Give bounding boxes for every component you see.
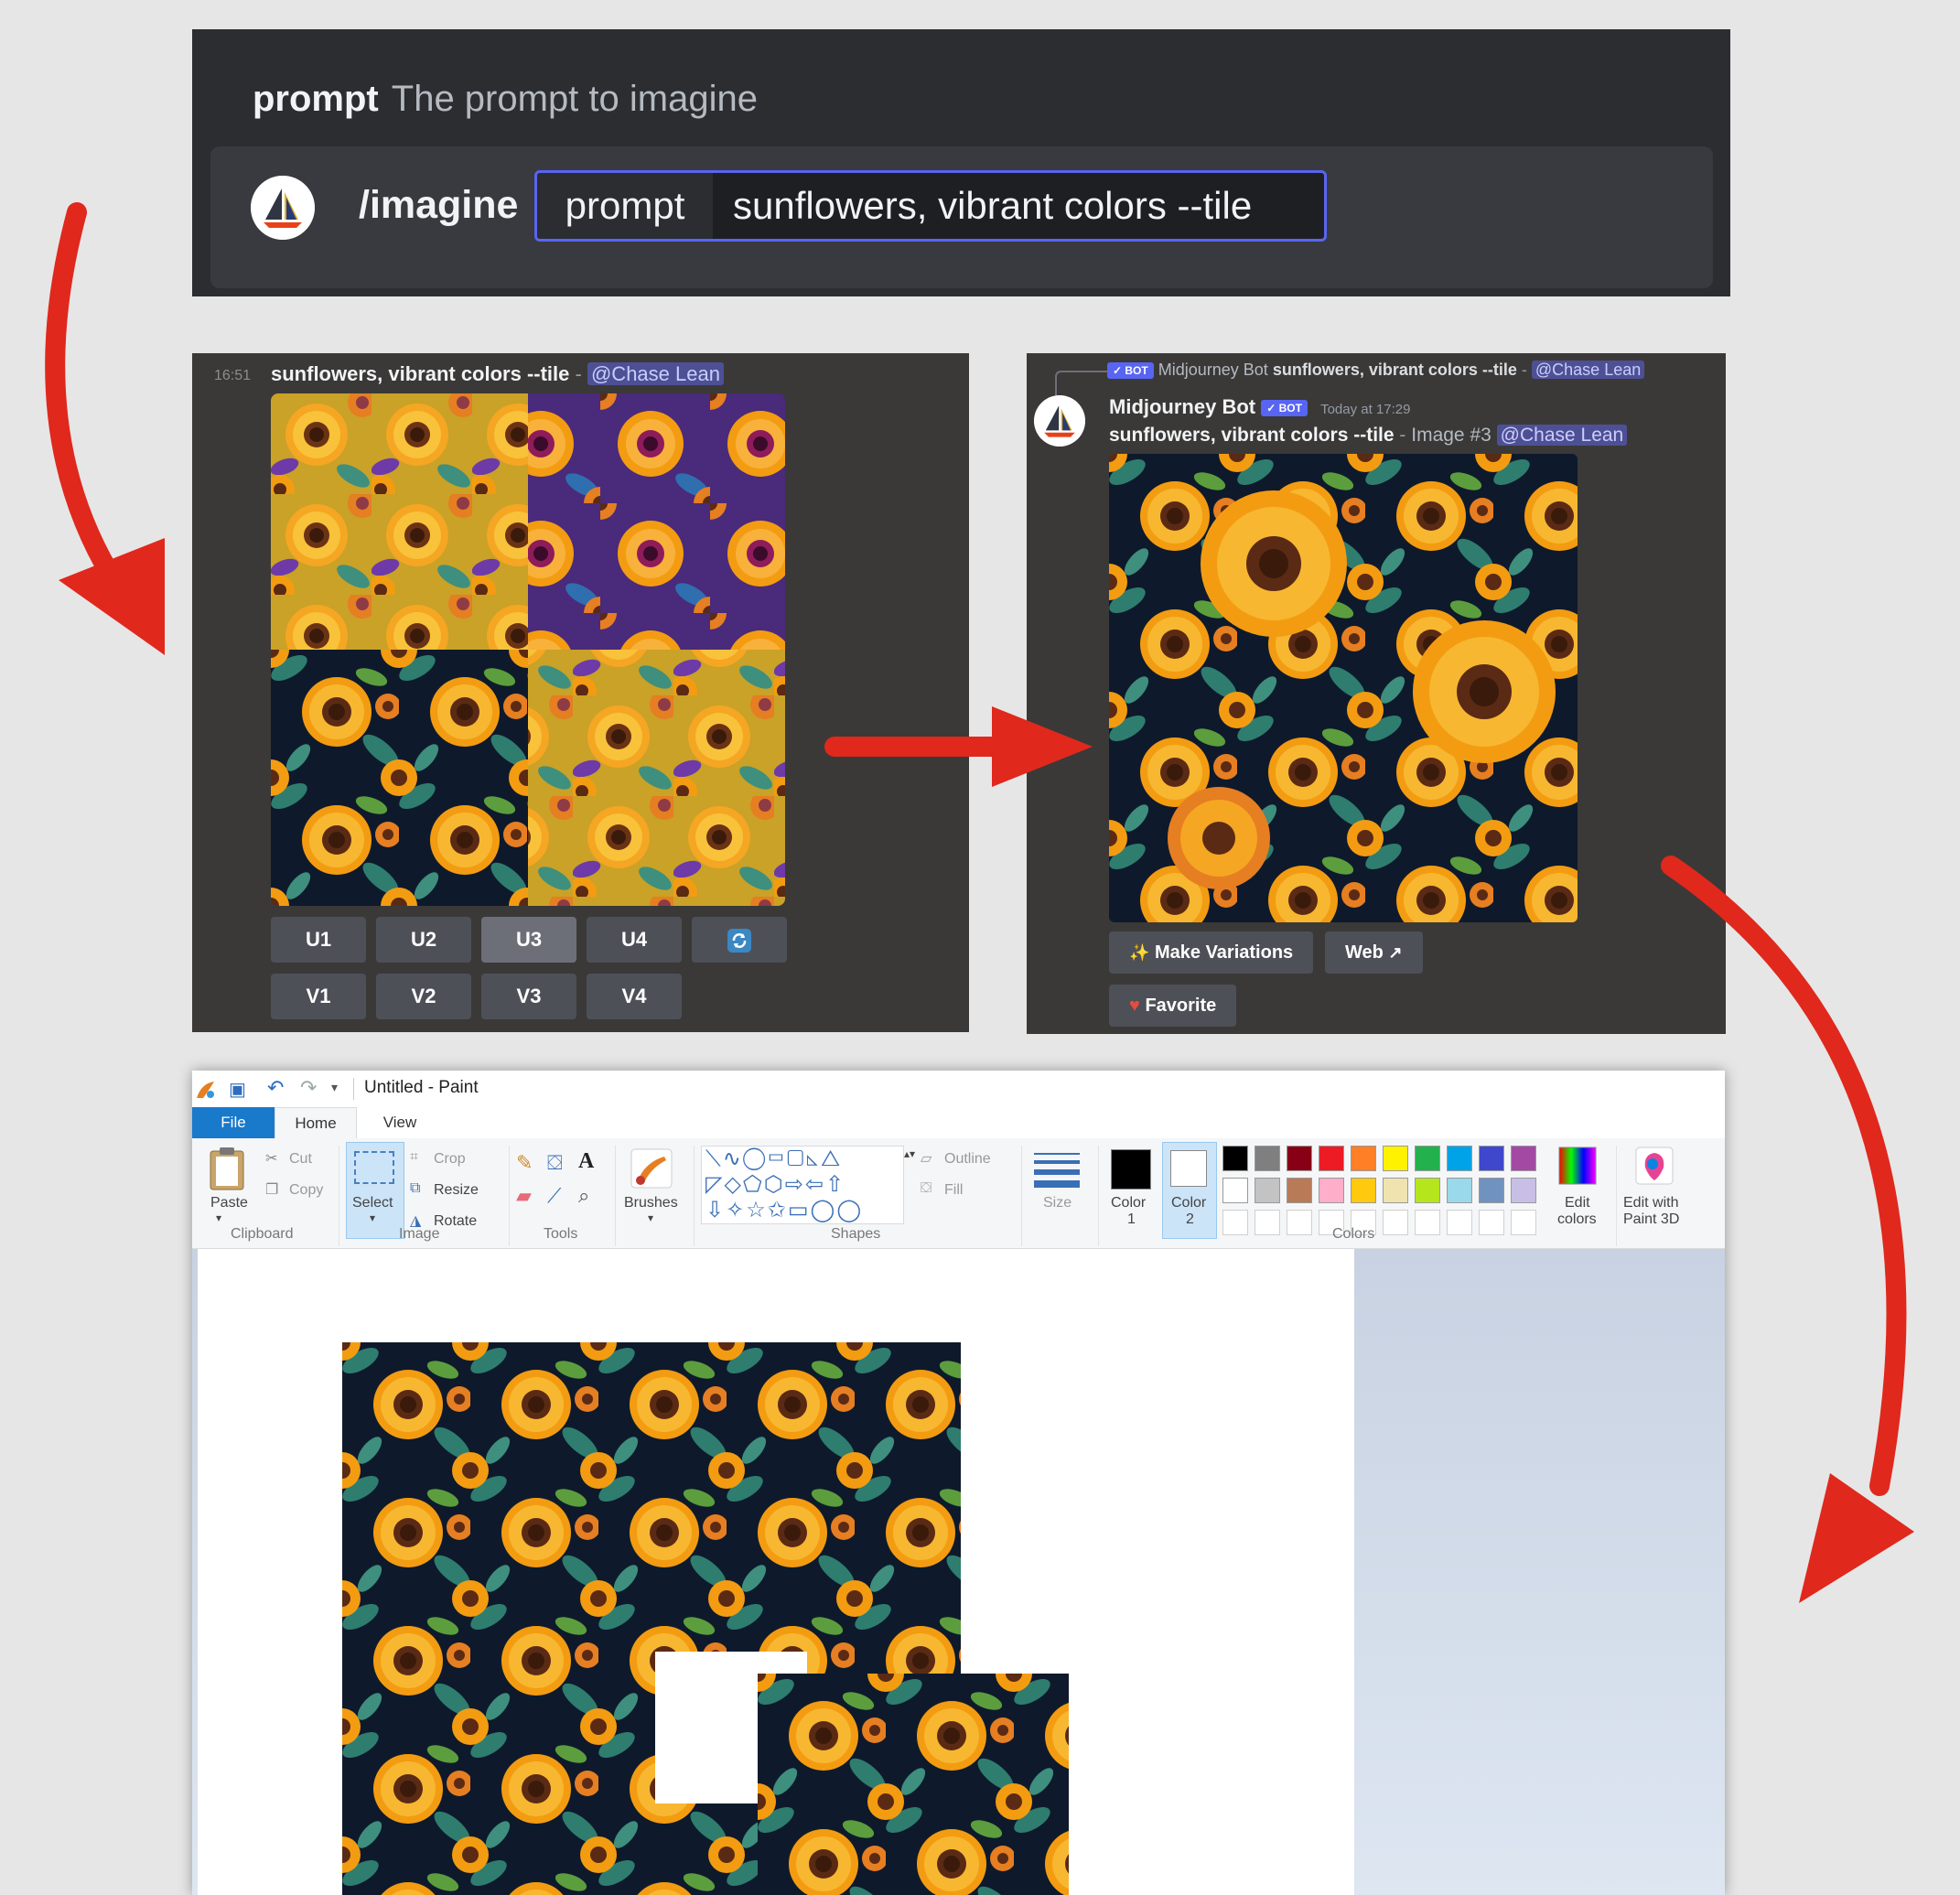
arrow-down-left (45, 202, 165, 655)
arrow-right (824, 706, 1093, 787)
flow-arrows (45, 202, 1914, 1603)
arrow-down-right (1661, 856, 1914, 1603)
